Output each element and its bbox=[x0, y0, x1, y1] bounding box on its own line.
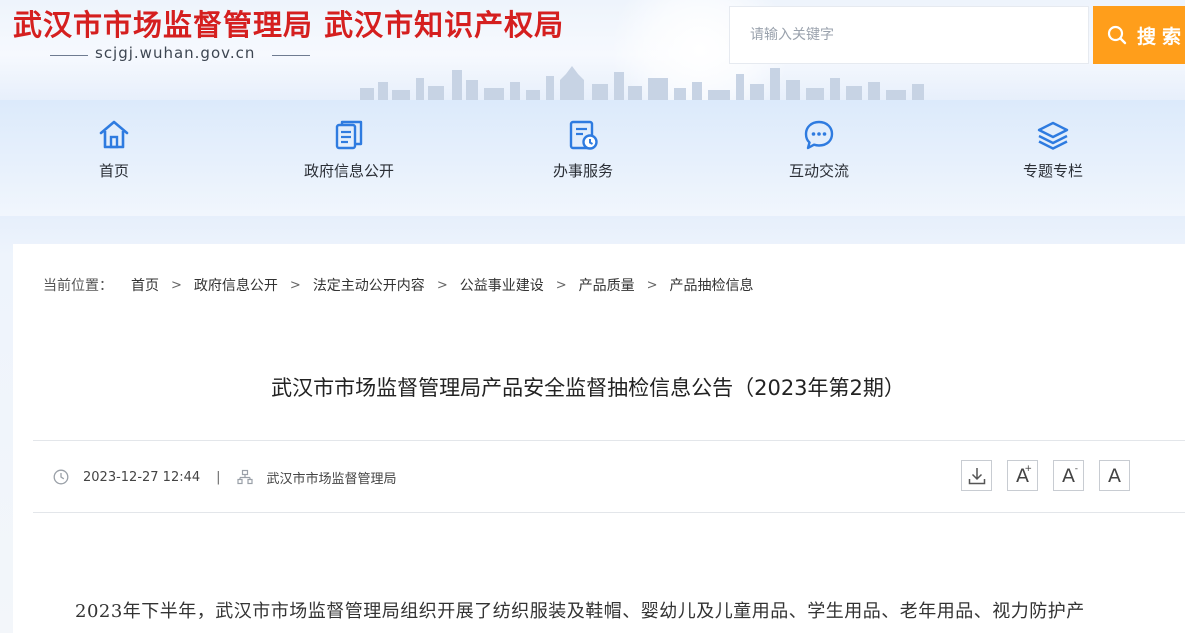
breadcrumb-item-statutory-disclosure[interactable]: 法定主动公开内容 bbox=[313, 275, 425, 295]
search-button-label: 搜索 bbox=[1137, 25, 1185, 48]
nav-item-label: 办事服务 bbox=[552, 162, 613, 180]
main-nav: 首页 政府信息公开 办事服务 互动交流 专题专栏 bbox=[0, 100, 1185, 216]
breadcrumb-separator: > bbox=[436, 277, 448, 293]
article-title: 武汉市市场监督管理局产品安全监督抽检信息公告（2023年第2期） bbox=[271, 376, 905, 400]
breadcrumb-item-public-welfare[interactable]: 公益事业建设 bbox=[460, 275, 544, 295]
clock-icon bbox=[53, 469, 69, 485]
domain-line-left bbox=[50, 55, 88, 56]
domain-line-right bbox=[272, 55, 310, 56]
search-input[interactable] bbox=[730, 7, 1088, 63]
chat-bubble-icon bbox=[804, 120, 834, 150]
organization-icon bbox=[236, 469, 253, 485]
service-icon bbox=[569, 120, 598, 150]
plus-icon: + bbox=[1024, 464, 1032, 474]
search-button[interactable]: 搜索 bbox=[1093, 6, 1185, 64]
nav-item-services[interactable]: 办事服务 bbox=[513, 114, 653, 194]
breadcrumb-separator: > bbox=[289, 277, 301, 293]
font-reset-button[interactable]: A bbox=[1099, 460, 1130, 491]
article-meta: 2023-12-27 12:44 | 武汉市市场监督管理局 bbox=[53, 466, 397, 488]
font-reset-label: A bbox=[1108, 464, 1121, 487]
nav-item-label: 政府信息公开 bbox=[303, 162, 394, 180]
search-icon bbox=[1107, 25, 1127, 45]
breadcrumb-separator: > bbox=[555, 277, 567, 293]
nav-item-label: 专题专栏 bbox=[1022, 162, 1083, 180]
site-domain-row: scjgj.wuhan.gov.cn bbox=[50, 43, 320, 67]
content-panel: 当前位置： 首页 > 政府信息公开 > 法定主动公开内容 > 公益事业建设 > … bbox=[13, 244, 1185, 633]
font-decrease-button[interactable]: A- bbox=[1053, 460, 1084, 491]
font-decrease-label: A bbox=[1062, 464, 1075, 487]
layers-icon bbox=[1037, 121, 1069, 150]
download-button[interactable] bbox=[961, 460, 992, 491]
meta-separator: | bbox=[216, 469, 221, 485]
site-title[interactable]: 武汉市市场监督管理局 武汉市知识产权局 bbox=[13, 2, 564, 44]
site-domain: scjgj.wuhan.gov.cn bbox=[95, 44, 256, 62]
nav-item-interaction[interactable]: 互动交流 bbox=[749, 114, 889, 194]
breadcrumb-item-product-quality[interactable]: 产品质量 bbox=[579, 275, 635, 295]
meta-divider bbox=[33, 512, 1185, 513]
search-box bbox=[729, 6, 1089, 64]
breadcrumb-item-product-inspection[interactable]: 产品抽检信息 bbox=[670, 275, 754, 295]
breadcrumb-separator: > bbox=[171, 277, 182, 293]
title-divider bbox=[33, 440, 1185, 441]
site-header: 武汉市市场监督管理局 武汉市知识产权局 scjgj.wuhan.gov.cn bbox=[0, 0, 1185, 100]
download-icon bbox=[968, 467, 985, 484]
nav-item-label: 互动交流 bbox=[788, 162, 849, 180]
font-increase-button[interactable]: A + bbox=[1007, 460, 1038, 491]
breadcrumb: 当前位置： 首页 > 政府信息公开 > 法定主动公开内容 > 公益事业建设 > … bbox=[43, 274, 754, 296]
nav-item-special-topics[interactable]: 专题专栏 bbox=[983, 114, 1123, 194]
article-body-text: 2023年下半年，武汉市市场监督管理局组织开展了纺织服装及鞋帽、婴幼儿及儿童用品… bbox=[75, 601, 1085, 622]
breadcrumb-item-home[interactable]: 首页 bbox=[131, 275, 159, 295]
breadcrumb-item-government-info[interactable]: 政府信息公开 bbox=[194, 275, 278, 295]
city-skyline-illustration bbox=[360, 66, 924, 100]
breadcrumb-separator: > bbox=[646, 277, 658, 293]
minus-icon: - bbox=[1074, 464, 1078, 474]
nav-item-home[interactable]: 首页 bbox=[44, 114, 184, 194]
nav-item-government-info[interactable]: 政府信息公开 bbox=[279, 114, 419, 194]
document-icon bbox=[335, 120, 363, 150]
breadcrumb-label: 当前位置： bbox=[43, 278, 113, 294]
article-tools: A + A- A bbox=[961, 460, 1130, 493]
nav-item-label: 首页 bbox=[98, 162, 129, 180]
home-icon bbox=[99, 120, 129, 149]
article-source: 武汉市市场监督管理局 bbox=[266, 471, 397, 487]
publish-date: 2023-12-27 12:44 bbox=[83, 469, 201, 485]
